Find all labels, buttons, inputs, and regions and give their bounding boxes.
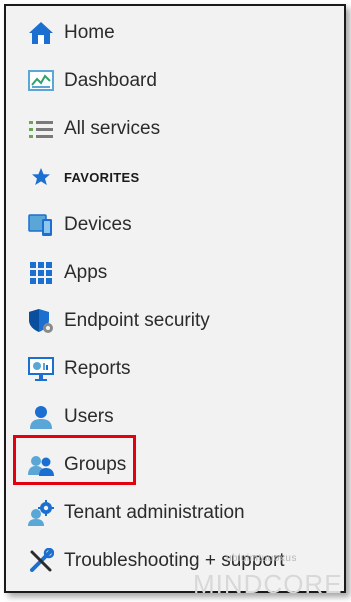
shield-gear-icon <box>27 307 55 335</box>
tenant-admin-icon <box>27 499 55 527</box>
nav-item-label: Dashboard <box>64 70 157 91</box>
nav-item-label: Reports <box>64 358 131 379</box>
nav-item-label: All services <box>64 118 161 139</box>
navigation-panel: Home Dashboard All services FAVORITES De… <box>4 4 346 593</box>
user-icon <box>27 403 55 431</box>
nav-item-label: Apps <box>64 262 108 283</box>
nav-item-all-services[interactable]: All services <box>6 109 344 149</box>
nav-item-apps[interactable]: Apps <box>6 253 344 293</box>
nav-item-endpoint-security[interactable]: Endpoint security <box>6 301 344 341</box>
nav-item-label: Devices <box>64 214 132 235</box>
apps-grid-icon <box>27 259 55 287</box>
nav-item-reports[interactable]: Reports <box>6 349 344 389</box>
favorites-header: FAVORITES <box>6 157 344 197</box>
star-icon <box>27 163 55 191</box>
watermark-brand: MINDCORE <box>193 569 343 599</box>
favorites-label: FAVORITES <box>64 169 140 185</box>
nav-item-home[interactable]: Home <box>6 13 344 53</box>
dashboard-icon <box>27 67 55 95</box>
nav-item-label: Home <box>64 22 115 43</box>
nav-item-dashboard[interactable]: Dashboard <box>6 61 344 101</box>
nav-item-tenant-administration[interactable]: Tenant administration <box>6 493 344 533</box>
nav-item-label: Users <box>64 406 114 427</box>
list-icon <box>27 115 55 143</box>
nav-item-users[interactable]: Users <box>6 397 344 437</box>
devices-icon <box>27 211 55 239</box>
nav-item-devices[interactable]: Devices <box>6 205 344 245</box>
watermark-tagline: ubluimtuuoxus <box>226 553 297 564</box>
reports-monitor-icon <box>27 355 55 383</box>
groups-highlight-box <box>13 435 136 485</box>
nav-item-label: Endpoint security <box>64 310 210 331</box>
tools-icon <box>27 547 55 575</box>
home-icon <box>27 19 55 47</box>
nav-item-label: Tenant administration <box>64 502 245 523</box>
